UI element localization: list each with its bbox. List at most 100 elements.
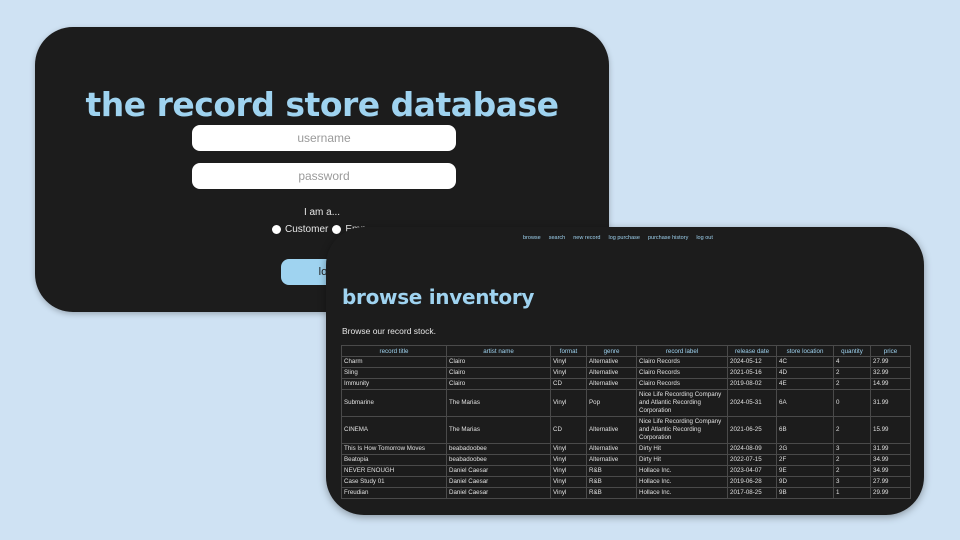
cell: Alternative xyxy=(586,378,637,390)
cell: Vinyl xyxy=(550,356,587,368)
cell: 29.99 xyxy=(870,487,911,499)
cell: 0 xyxy=(833,389,871,417)
inventory-table: record title artist name format genre re… xyxy=(341,345,911,499)
cell: 6A xyxy=(776,389,834,417)
cell: 4E xyxy=(776,378,834,390)
cell: 2 xyxy=(833,454,871,466)
cell: Clairo Records xyxy=(636,378,728,390)
cell: Daniel Caesar xyxy=(446,465,551,477)
column-header: record label xyxy=(636,345,728,357)
table-row: Submarine The Marias Vinyl Pop Nice Life Rec… xyxy=(341,389,911,417)
table-body: Charm Clairo Vinyl Alternative Clairo Record… xyxy=(341,356,911,499)
cell: The Marias xyxy=(446,389,551,417)
cell: Dirty Hit xyxy=(636,454,728,466)
cell: R&B xyxy=(586,487,637,499)
employee-radio[interactable] xyxy=(332,225,342,234)
page-subtitle: Browse our record stock. xyxy=(342,326,437,336)
cell: Clairo Records xyxy=(636,367,728,379)
cell: 2 xyxy=(833,416,871,444)
table-row: This Is How Tomorrow Moves beabadoobee Vin… xyxy=(341,443,911,455)
cell: 3 xyxy=(833,476,871,488)
cell: Alternative xyxy=(586,356,637,368)
cell: NEVER ENOUGH xyxy=(341,465,447,477)
column-header: quantity xyxy=(833,345,871,357)
nav-log-out-link[interactable]: log out xyxy=(696,235,713,241)
cell: Vinyl xyxy=(550,389,587,417)
cell: 6B xyxy=(776,416,834,444)
cell: 2 xyxy=(833,367,871,379)
cell: Sling xyxy=(341,367,447,379)
table-row: Charm Clairo Vinyl Alternative Clairo Record… xyxy=(341,356,911,368)
inventory-card: browse inventory Browse our record stock… xyxy=(326,227,924,515)
cell: Beatopia xyxy=(341,454,447,466)
cell: Dirty Hit xyxy=(636,443,728,455)
cell: Submarine xyxy=(341,389,447,417)
page-title: browse inventory xyxy=(342,285,535,309)
cell: 34.99 xyxy=(870,465,911,477)
table-row: Case Study 01 Daniel Caesar Vinyl R&B Hollac… xyxy=(341,476,911,488)
cell: 2019-08-02 xyxy=(727,378,777,390)
cell: 2023-04-07 xyxy=(727,465,777,477)
cell: Hollace Inc. xyxy=(636,476,728,488)
cell: Alternative xyxy=(586,443,637,455)
cell: 4 xyxy=(833,356,871,368)
nav-search-link[interactable]: search xyxy=(549,235,566,241)
cell: Nice Life Recording Company and Atlantic… xyxy=(636,389,728,417)
cell: CD xyxy=(550,416,587,444)
table-row: Sling Clairo Vinyl Alternative Clairo Record… xyxy=(341,367,911,379)
nav-log-purchase-link[interactable]: log purchase xyxy=(608,235,640,241)
cell: R&B xyxy=(586,465,637,477)
cell: 27.99 xyxy=(870,356,911,368)
table-row: Immunity Clairo CD Alternative Clairo Record… xyxy=(341,378,911,390)
cell: Hollace Inc. xyxy=(636,487,728,499)
customer-radio[interactable] xyxy=(272,225,281,234)
table-row: NEVER ENOUGH Daniel Caesar Vinyl R&B Hollace… xyxy=(341,465,911,477)
username-field[interactable] xyxy=(192,125,456,151)
cell: Clairo Records xyxy=(636,356,728,368)
cell: Nice Life Recording Company and Atlantic… xyxy=(636,416,728,444)
top-nav: browse search new record log purchase pu… xyxy=(523,235,713,241)
cell: Clairo xyxy=(446,367,551,379)
cell: 14.99 xyxy=(870,378,911,390)
cell: Vinyl xyxy=(550,367,587,379)
nav-purchase-history-link[interactable]: purchase history xyxy=(648,235,688,241)
cell: 2024-08-09 xyxy=(727,443,777,455)
cell: CD xyxy=(550,378,587,390)
cell: CINEMA xyxy=(341,416,447,444)
cell: 27.99 xyxy=(870,476,911,488)
cell: Daniel Caesar xyxy=(446,487,551,499)
password-field[interactable] xyxy=(192,163,456,189)
customer-label: Customer xyxy=(285,224,329,235)
cell: Clairo xyxy=(446,378,551,390)
cell: 15.99 xyxy=(870,416,911,444)
nav-new-record-link[interactable]: new record xyxy=(573,235,600,241)
cell: 2024-05-31 xyxy=(727,389,777,417)
cell: Vinyl xyxy=(550,476,587,488)
cell: 2021-06-25 xyxy=(727,416,777,444)
cell: 9D xyxy=(776,476,834,488)
cell: Alternative xyxy=(586,416,637,444)
cell: 2019-06-28 xyxy=(727,476,777,488)
cell: 4D xyxy=(776,367,834,379)
cell: 2021-05-16 xyxy=(727,367,777,379)
cell: 2 xyxy=(833,465,871,477)
cell: 31.99 xyxy=(870,443,911,455)
cell: 3 xyxy=(833,443,871,455)
column-header: artist name xyxy=(446,345,551,357)
cell: Case Study 01 xyxy=(341,476,447,488)
cell: beabadoobee xyxy=(446,454,551,466)
nav-browse-link[interactable]: browse xyxy=(523,235,541,241)
cell: Vinyl xyxy=(550,465,587,477)
table-header-row: record title artist name format genre re… xyxy=(341,345,911,357)
cell: The Marias xyxy=(446,416,551,444)
column-header: release date xyxy=(727,345,777,357)
table-row: CINEMA The Marias CD Alternative Nice Life R… xyxy=(341,416,911,444)
cell: Vinyl xyxy=(550,443,587,455)
table-row: Beatopia beabadoobee Vinyl Alternative Dirty… xyxy=(341,454,911,466)
cell: Freudian xyxy=(341,487,447,499)
cell: R&B xyxy=(586,476,637,488)
cell: Immunity xyxy=(341,378,447,390)
role-prompt: I am a... xyxy=(303,207,341,218)
cell: Clairo xyxy=(446,356,551,368)
cell: 34.99 xyxy=(870,454,911,466)
